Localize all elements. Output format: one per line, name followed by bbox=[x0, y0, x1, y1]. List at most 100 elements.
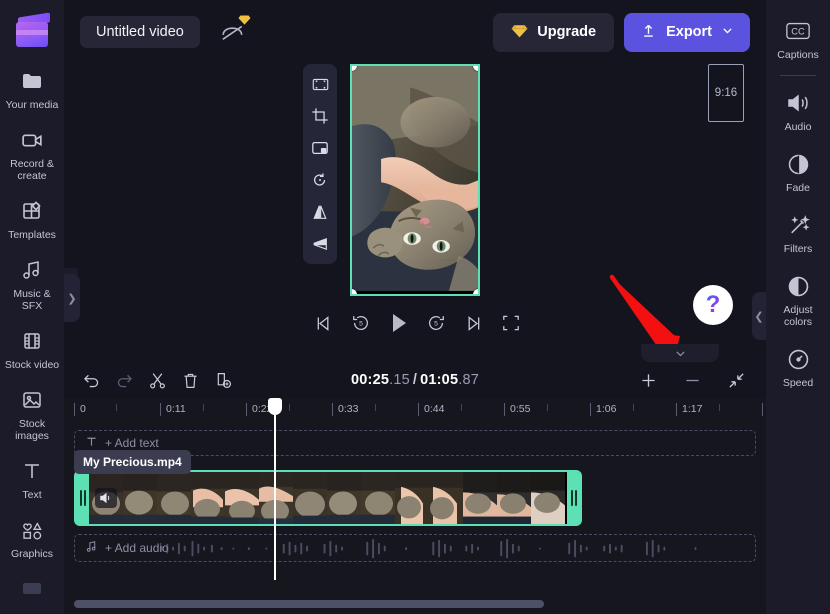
help-button[interactable]: ? bbox=[693, 285, 733, 325]
crop-icon[interactable] bbox=[306, 103, 334, 129]
hide-watermark-button[interactable] bbox=[218, 17, 248, 47]
topbar-actions: Upgrade Export bbox=[493, 13, 750, 52]
flip-horizontal-icon[interactable] bbox=[306, 199, 334, 225]
split-button[interactable] bbox=[142, 365, 172, 395]
timeline-zoom-controls bbox=[633, 365, 754, 395]
zoom-to-fit-button[interactable] bbox=[721, 365, 751, 395]
film-icon bbox=[19, 328, 45, 354]
svg-text:5: 5 bbox=[434, 321, 438, 328]
fit-to-frame-icon[interactable] bbox=[306, 71, 334, 97]
current-time-frames: .15 bbox=[389, 372, 410, 388]
zoom-in-button[interactable] bbox=[633, 365, 663, 395]
aspect-ratio-badge[interactable]: 9:16 bbox=[708, 64, 744, 122]
divider bbox=[780, 75, 816, 76]
sidebar-item-stock-video[interactable]: Stock video bbox=[0, 319, 64, 378]
collapse-right-panel-button[interactable]: ❮ bbox=[752, 292, 766, 340]
redo-button[interactable] bbox=[109, 365, 139, 395]
preview-stage: 9:16 5 5 ? ❮ bbox=[64, 64, 766, 344]
undo-button[interactable] bbox=[76, 365, 106, 395]
timecode-separator: / bbox=[410, 372, 420, 388]
speaker-icon bbox=[785, 90, 811, 116]
help-question-icon: ? bbox=[706, 291, 721, 319]
audio-track[interactable]: + Add audio bbox=[74, 534, 756, 562]
sidebar-item-speed[interactable]: Speed bbox=[766, 336, 830, 397]
sidebar-item-text[interactable]: Text bbox=[0, 449, 64, 508]
delete-button[interactable] bbox=[175, 365, 205, 395]
add-text-label: + Add text bbox=[105, 436, 159, 450]
timeline-panel: 00:25.15/01:05.87 0 0: bbox=[64, 344, 766, 614]
project-title-input[interactable]: Untitled video bbox=[80, 16, 200, 48]
sidebar-item-record-create[interactable]: Record & create bbox=[0, 118, 64, 189]
sidebar-label: Text bbox=[22, 489, 41, 501]
timeline-scrollbar-track[interactable] bbox=[74, 600, 756, 608]
fade-circle-icon bbox=[785, 151, 811, 177]
timeline-scrollbar-thumb[interactable] bbox=[74, 600, 544, 608]
sidebar-item-brand-kit[interactable] bbox=[0, 567, 64, 614]
sidebar-item-fade[interactable]: Fade bbox=[766, 141, 830, 202]
add-audio-track-button[interactable]: + Add audio bbox=[74, 534, 756, 562]
sidebar-label: Audio bbox=[785, 121, 812, 133]
sidebar-item-stock-images[interactable]: Stock images bbox=[0, 378, 64, 449]
sidebar-item-music-sfx[interactable]: Music & SFX bbox=[0, 248, 64, 319]
templates-icon bbox=[19, 198, 45, 224]
rewind-5-seconds-button[interactable]: 5 bbox=[347, 309, 375, 337]
music-note-icon bbox=[19, 257, 45, 283]
forward-5-seconds-button[interactable]: 5 bbox=[422, 309, 450, 337]
expand-media-panel-button[interactable]: ❯ bbox=[64, 274, 80, 322]
skip-to-end-button[interactable] bbox=[459, 309, 487, 337]
sidebar-item-your-media[interactable]: Your media bbox=[0, 59, 64, 118]
clip-trim-handle-left[interactable] bbox=[76, 472, 89, 524]
rotate-icon[interactable] bbox=[306, 167, 334, 193]
sidebar-item-templates[interactable]: Templates bbox=[0, 189, 64, 248]
timeline-toolbar: 00:25.15/01:05.87 bbox=[64, 362, 766, 398]
ruler-label: 0 bbox=[80, 403, 86, 415]
zoom-out-button[interactable] bbox=[677, 365, 707, 395]
timeline-ruler[interactable]: 0 0:11 0:22 0:33 0:44 0:55 1:06 bbox=[64, 398, 766, 424]
clipchamp-logo[interactable] bbox=[12, 10, 52, 45]
svg-text:CC: CC bbox=[791, 27, 805, 37]
current-time: 00:25 bbox=[351, 372, 389, 388]
sidebar-label: Stock video bbox=[5, 359, 59, 371]
gem-icon bbox=[511, 22, 528, 43]
timeline-body: 0 0:11 0:22 0:33 0:44 0:55 1:06 bbox=[64, 398, 766, 614]
sidebar-item-graphics[interactable]: Graphics bbox=[0, 508, 64, 567]
upgrade-button[interactable]: Upgrade bbox=[493, 13, 614, 52]
picture-in-picture-icon[interactable] bbox=[306, 135, 334, 161]
image-icon bbox=[19, 387, 45, 413]
clip-mute-button[interactable] bbox=[95, 488, 117, 508]
clip-trim-handle-right[interactable] bbox=[567, 472, 580, 524]
fullscreen-button[interactable] bbox=[497, 309, 525, 337]
ruler-label: 0:55 bbox=[510, 403, 530, 415]
export-button[interactable]: Export bbox=[624, 13, 750, 52]
sidebar-label: Record & create bbox=[2, 158, 62, 182]
play-button[interactable] bbox=[384, 309, 412, 337]
duplicate-button[interactable] bbox=[208, 365, 238, 395]
sidebar-item-audio[interactable]: Audio bbox=[766, 80, 830, 141]
sidebar-label: Graphics bbox=[11, 548, 53, 560]
clip-thumbnails bbox=[89, 472, 567, 524]
playhead[interactable] bbox=[274, 398, 276, 580]
svg-text:5: 5 bbox=[359, 321, 363, 328]
video-frame-content bbox=[352, 66, 478, 291]
upload-arrow-icon bbox=[640, 22, 657, 43]
sidebar-label: Stock images bbox=[2, 418, 62, 442]
collapse-timeline-button[interactable] bbox=[641, 344, 719, 362]
sidebar-label: Templates bbox=[8, 229, 56, 241]
skip-to-start-button[interactable] bbox=[309, 309, 337, 337]
sidebar-item-filters[interactable]: Filters bbox=[766, 202, 830, 263]
resize-handle-bottom-right[interactable] bbox=[473, 289, 480, 296]
sidebar-item-adjust-colors[interactable]: Adjust colors bbox=[766, 263, 830, 336]
ruler-label: 1:17 bbox=[682, 403, 702, 415]
sidebar-item-captions[interactable]: CC Captions bbox=[766, 8, 830, 69]
sidebar-label: Music & SFX bbox=[2, 288, 62, 312]
playhead-handle[interactable] bbox=[268, 398, 282, 415]
video-clip[interactable] bbox=[74, 470, 582, 526]
ruler-label: 0:44 bbox=[424, 403, 444, 415]
sidebar-label: Speed bbox=[783, 377, 813, 389]
folder-icon bbox=[19, 68, 45, 94]
flip-vertical-icon[interactable] bbox=[306, 231, 334, 257]
premium-gem-icon bbox=[238, 13, 251, 29]
clip-name-tooltip: My Precious.mp4 bbox=[74, 450, 191, 474]
video-preview[interactable] bbox=[350, 64, 480, 296]
sidebar-label: Filters bbox=[784, 243, 813, 255]
